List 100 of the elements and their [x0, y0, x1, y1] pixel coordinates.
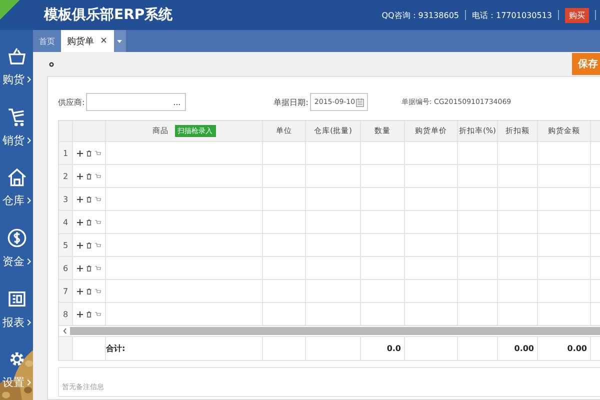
table-cell[interactable]: [106, 280, 263, 303]
table-cell[interactable]: [306, 188, 361, 211]
table-cell[interactable]: [405, 234, 458, 257]
table-cell[interactable]: [405, 188, 458, 211]
table-cell[interactable]: [538, 211, 591, 234]
table-cell[interactable]: [498, 257, 538, 280]
chevron-icon: [26, 136, 30, 144]
table-cell[interactable]: [263, 211, 306, 234]
buy-button[interactable]: 购买: [565, 8, 589, 22]
cart-icon[interactable]: [95, 196, 101, 202]
table-cell[interactable]: [458, 211, 498, 234]
table-cell[interactable]: [106, 188, 263, 211]
table-cell[interactable]: [538, 280, 591, 303]
table-cell[interactable]: [498, 165, 538, 188]
cart-icon[interactable]: [95, 150, 101, 156]
cart-icon[interactable]: [95, 288, 101, 294]
tab-menu-button[interactable]: [114, 30, 126, 52]
table-cell[interactable]: [498, 280, 538, 303]
plus-icon[interactable]: [77, 310, 83, 318]
table-cell[interactable]: [458, 165, 498, 188]
plus-icon[interactable]: [77, 150, 83, 156]
sidebar-item[interactable]: 设置: [2, 375, 24, 390]
trash-icon[interactable]: [86, 242, 92, 248]
refresh-icon[interactable]: [49, 62, 54, 66]
plus-icon[interactable]: [77, 242, 83, 248]
calendar-icon[interactable]: [356, 98, 364, 106]
table-cell[interactable]: [538, 234, 591, 257]
table-cell[interactable]: [361, 142, 405, 165]
table-cell[interactable]: [361, 211, 405, 234]
table-cell[interactable]: [458, 257, 498, 280]
sidebar-item[interactable]: 报表: [2, 314, 24, 330]
table-cell[interactable]: [405, 142, 458, 165]
table-cell[interactable]: [498, 234, 538, 257]
cart-icon[interactable]: [95, 310, 101, 318]
table-cell[interactable]: [405, 165, 458, 188]
cart-icon[interactable]: [95, 264, 101, 272]
table-cell[interactable]: [458, 280, 498, 303]
sidebar-item[interactable]: 资金: [2, 254, 24, 269]
table-cell[interactable]: [263, 165, 306, 188]
table-cell[interactable]: [306, 234, 361, 257]
table-cell[interactable]: [405, 211, 458, 234]
supplier-field[interactable]: ...: [86, 93, 186, 111]
horizontal-scrollbar[interactable]: [59, 326, 600, 337]
sidebar-item[interactable]: 购货: [2, 72, 24, 87]
trash-icon[interactable]: [86, 172, 92, 180]
table-cell[interactable]: [361, 257, 405, 280]
trash-icon[interactable]: [86, 196, 92, 202]
table-cell[interactable]: [538, 257, 591, 280]
table-cell[interactable]: [106, 142, 263, 165]
cart-icon[interactable]: [95, 242, 101, 248]
table-cell[interactable]: [263, 142, 306, 165]
table-cell[interactable]: [263, 234, 306, 257]
cart-icon[interactable]: [95, 218, 101, 226]
scroll-left-icon[interactable]: [63, 328, 67, 334]
table-cell[interactable]: [263, 280, 306, 303]
table-cell[interactable]: [361, 234, 405, 257]
table-cell[interactable]: [106, 165, 263, 188]
table-cell[interactable]: [263, 257, 306, 280]
cart-icon[interactable]: [95, 172, 101, 180]
table-cell[interactable]: [306, 142, 361, 165]
more-link[interactable]: ...: [173, 98, 181, 106]
table-cell[interactable]: [306, 165, 361, 188]
trash-icon[interactable]: [86, 150, 92, 156]
trash-icon[interactable]: [86, 288, 92, 294]
table-cell[interactable]: [306, 211, 361, 234]
table-cell[interactable]: [106, 211, 263, 234]
tab[interactable]: 购货单 ×: [61, 30, 114, 52]
table-cell[interactable]: [538, 165, 591, 188]
sidebar-item[interactable]: 仓库: [2, 193, 24, 208]
table-cell[interactable]: [405, 280, 458, 303]
sidebar-item[interactable]: 销货: [2, 132, 24, 148]
table-cell[interactable]: [458, 234, 498, 257]
table-cell[interactable]: [263, 188, 306, 211]
plus-icon[interactable]: [77, 172, 83, 180]
trash-icon[interactable]: [86, 310, 92, 318]
row-number: 8: [59, 303, 73, 326]
trash-icon[interactable]: [86, 218, 92, 226]
table-cell[interactable]: [361, 165, 405, 188]
table-cell[interactable]: [106, 234, 263, 257]
table-cell[interactable]: [498, 211, 538, 234]
table-cell[interactable]: [306, 280, 361, 303]
table-cell[interactable]: [306, 257, 361, 280]
table-cell[interactable]: [458, 142, 498, 165]
close-icon[interactable]: ×: [100, 36, 108, 46]
plus-icon[interactable]: [77, 196, 83, 202]
table-cell[interactable]: [538, 188, 591, 211]
table-cell[interactable]: [106, 257, 263, 280]
plus-icon[interactable]: [77, 288, 83, 294]
tab[interactable]: 首页: [33, 30, 61, 52]
trash-icon[interactable]: [86, 264, 92, 272]
table-cell[interactable]: [361, 188, 405, 211]
table-cell[interactable]: [498, 142, 538, 165]
plus-icon[interactable]: [77, 218, 83, 226]
table-cell[interactable]: [405, 257, 458, 280]
table-cell[interactable]: [498, 188, 538, 211]
table-cell[interactable]: [538, 142, 591, 165]
table-cell: [263, 337, 306, 361]
table-cell[interactable]: [361, 280, 405, 303]
plus-icon[interactable]: [77, 264, 83, 272]
table-cell[interactable]: [458, 188, 498, 211]
